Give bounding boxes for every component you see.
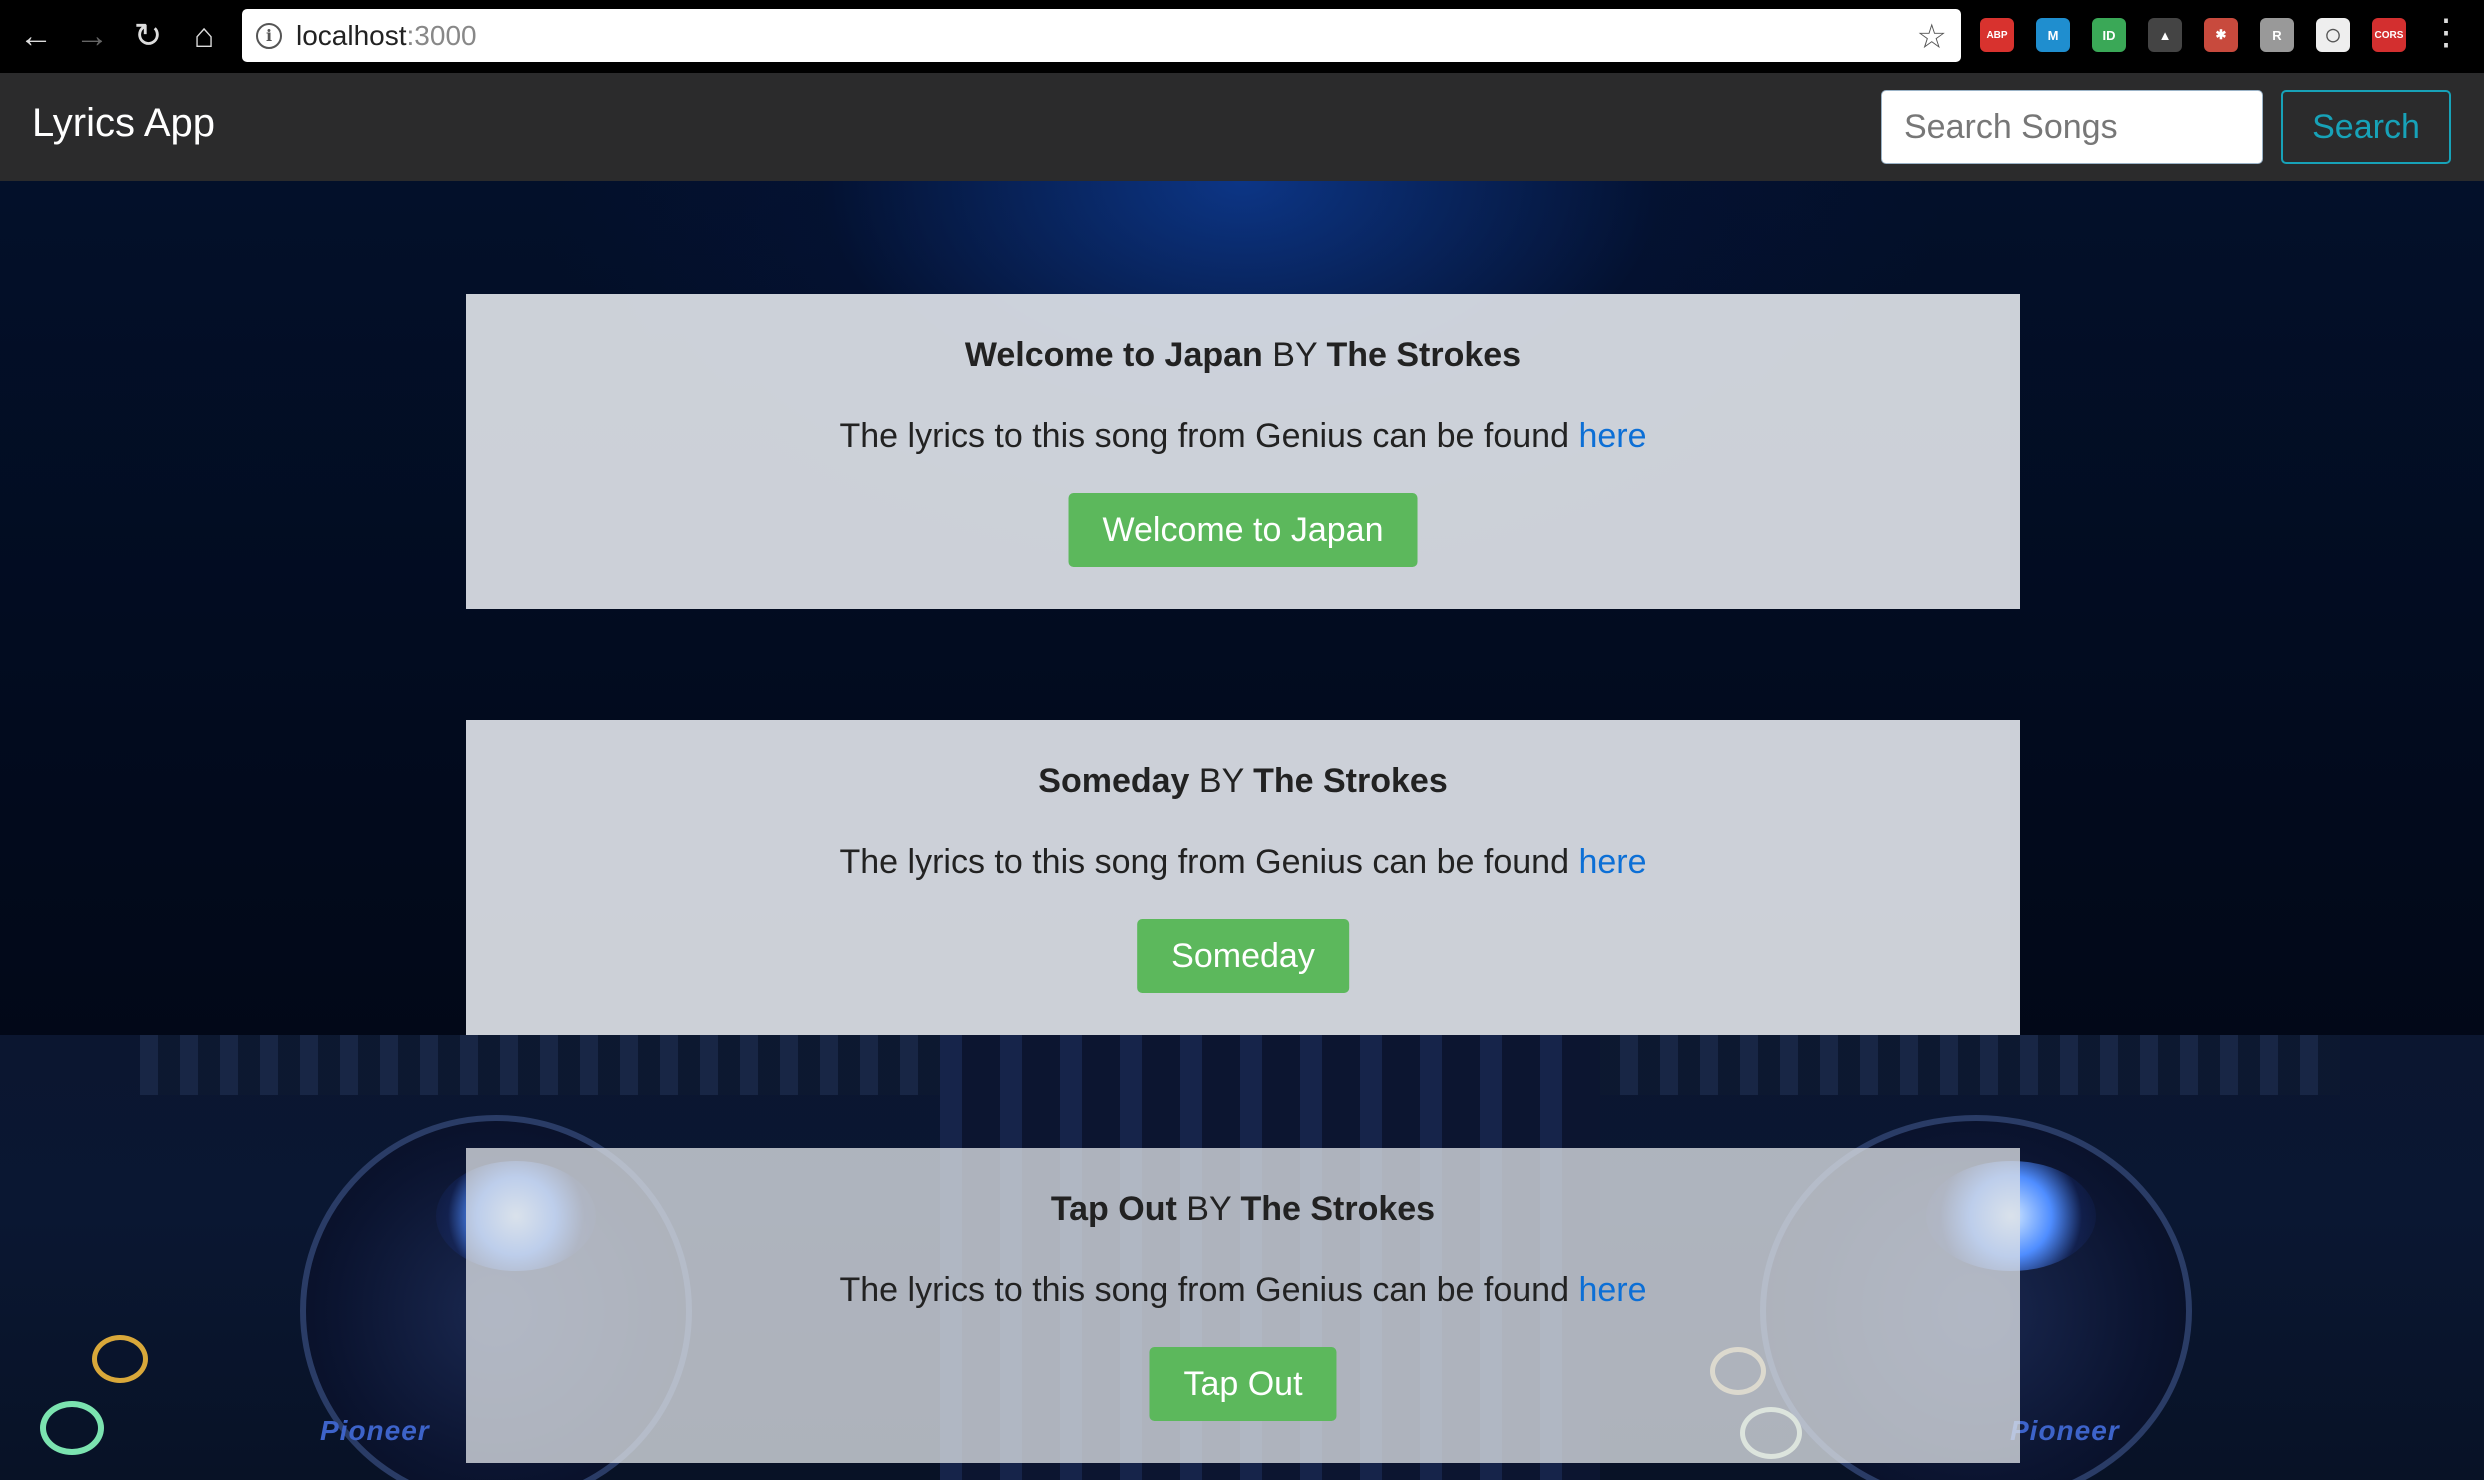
browser-menu-icon[interactable]: ⋮ xyxy=(2428,14,2464,50)
lyrics-note-text: The lyrics to this song from Genius can … xyxy=(839,417,1569,455)
adblock-plus-icon[interactable]: ABP xyxy=(1980,18,2014,52)
cors-icon[interactable]: CORS xyxy=(2372,18,2406,52)
by-label: BY xyxy=(1186,1190,1232,1228)
genius-link[interactable]: here xyxy=(1578,843,1646,881)
id-extension-icon[interactable]: ID xyxy=(2092,18,2126,52)
search-input[interactable] xyxy=(1881,90,2263,164)
song-heading: Tap Out BY The Strokes xyxy=(466,1190,2020,1229)
address-bar[interactable]: i localhost:3000 ☆ xyxy=(242,9,1961,62)
bookmark-star-icon[interactable]: ☆ xyxy=(1917,17,1947,57)
puzzle-extension-icon[interactable]: ✱ xyxy=(2204,18,2238,52)
genius-link[interactable]: here xyxy=(1578,1271,1646,1309)
song-artist: The Strokes xyxy=(1240,1190,1436,1228)
left-brand-mark: Pioneer xyxy=(320,1415,430,1446)
lyrics-note: The lyrics to this song from Genius can … xyxy=(466,843,2020,882)
play-button-ring xyxy=(40,1401,104,1455)
song-artist: The Strokes xyxy=(1253,762,1448,800)
lyrics-note-text: The lyrics to this song from Genius can … xyxy=(839,843,1569,881)
song-card: Tap Out BY The Strokes The lyrics to thi… xyxy=(466,1148,2020,1463)
song-card: Someday BY The Strokes The lyrics to thi… xyxy=(466,720,2020,1035)
cue-button-ring xyxy=(92,1335,148,1383)
forward-arrow-icon[interactable]: → xyxy=(70,14,114,58)
song-button[interactable]: Tap Out xyxy=(1149,1347,1337,1421)
song-heading: Welcome to Japan BY The Strokes xyxy=(466,336,2020,375)
gray-extension-icon[interactable]: R xyxy=(2260,18,2294,52)
search-button[interactable]: Search xyxy=(2281,90,2451,164)
m-extension-icon[interactable]: M xyxy=(2036,18,2070,52)
lyrics-note-text: The lyrics to this song from Genius can … xyxy=(839,1271,1569,1309)
home-icon[interactable]: ⌂ xyxy=(182,14,226,58)
song-heading: Someday BY The Strokes xyxy=(466,762,2020,801)
lyrics-note: The lyrics to this song from Genius can … xyxy=(466,1271,2020,1310)
site-info-icon[interactable]: i xyxy=(256,22,282,49)
url-host: localhost xyxy=(296,19,407,51)
app-navbar: Lyrics App Search xyxy=(0,73,2484,181)
back-arrow-icon[interactable]: ← xyxy=(14,14,58,58)
url-port: :3000 xyxy=(406,19,477,51)
song-title: Tap Out xyxy=(1050,1190,1177,1228)
genius-link[interactable]: here xyxy=(1578,417,1646,455)
circle-extension-icon[interactable]: ◯ xyxy=(2316,18,2350,52)
song-button[interactable]: Someday xyxy=(1137,919,1349,993)
by-label: BY xyxy=(1272,336,1318,374)
drive-icon[interactable]: ▲ xyxy=(2148,18,2182,52)
reload-icon[interactable]: ↻ xyxy=(126,14,170,58)
right-brand-mark: Pioneer xyxy=(2010,1415,2120,1446)
song-button[interactable]: Welcome to Japan xyxy=(1068,493,1418,567)
lyrics-note: The lyrics to this song from Genius can … xyxy=(466,417,2020,456)
by-label: BY xyxy=(1198,762,1244,800)
song-title: Welcome to Japan xyxy=(964,336,1263,374)
song-card: Welcome to Japan BY The Strokes The lyri… xyxy=(466,294,2020,609)
song-artist: The Strokes xyxy=(1326,336,1522,374)
song-title: Someday xyxy=(1038,762,1190,800)
app-brand[interactable]: Lyrics App xyxy=(32,101,215,146)
browser-toolbar: ← → ↻ ⌂ i localhost:3000 ☆ ABP M ID ▲ ✱ R ◯ COR… xyxy=(0,0,2484,73)
